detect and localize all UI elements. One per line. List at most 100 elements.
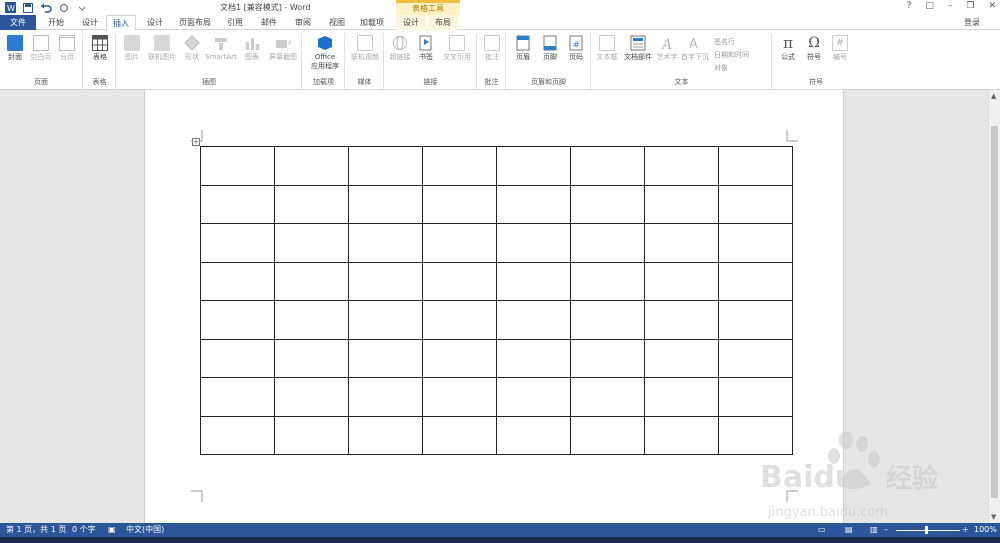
- table-cell[interactable]: [274, 146, 349, 186]
- table-cell[interactable]: [348, 415, 423, 455]
- scroll-up-icon[interactable]: ▲: [991, 92, 996, 100]
- zoom-level[interactable]: 100%: [974, 523, 997, 537]
- table-cell[interactable]: [644, 415, 719, 455]
- hyperlink-button[interactable]: 超链接: [387, 35, 413, 62]
- shapes-button[interactable]: 形状: [179, 35, 205, 62]
- bookmark-button[interactable]: 书签: [413, 35, 439, 62]
- undo-icon[interactable]: [40, 2, 52, 13]
- table-cell[interactable]: [718, 184, 793, 224]
- table-cell[interactable]: [200, 300, 275, 340]
- minimize-icon[interactable]: –: [948, 1, 953, 11]
- table-cell[interactable]: [644, 338, 719, 378]
- table-cell[interactable]: [422, 223, 497, 263]
- ribbon-display-icon[interactable]: □: [925, 1, 934, 11]
- read-mode-icon[interactable]: ▭: [818, 523, 826, 537]
- signature-line-button[interactable]: 签名行: [714, 37, 735, 47]
- cover-page-button[interactable]: 封面: [2, 35, 28, 62]
- footer-button[interactable]: 页脚: [537, 35, 563, 62]
- table-cell[interactable]: [496, 223, 571, 263]
- login-link[interactable]: 登录: [964, 17, 980, 28]
- cross-reference-button[interactable]: 交叉引用: [441, 35, 473, 62]
- zoom-in-icon[interactable]: +: [962, 523, 969, 537]
- table-cell[interactable]: [274, 223, 349, 263]
- table-cell[interactable]: [570, 261, 645, 301]
- customize-qat-icon[interactable]: [76, 2, 88, 13]
- screenshot-button[interactable]: + 屏幕截图: [267, 35, 299, 62]
- table-cell[interactable]: [348, 223, 423, 263]
- table-cell[interactable]: [348, 300, 423, 340]
- word-count-status[interactable]: 0 个字: [72, 523, 96, 537]
- table-cell[interactable]: [570, 300, 645, 340]
- table-move-handle-icon[interactable]: +: [192, 138, 200, 146]
- table-cell[interactable]: [422, 146, 497, 186]
- table-cell[interactable]: [200, 223, 275, 263]
- tab-file[interactable]: 文件: [0, 15, 36, 30]
- table-cell[interactable]: [200, 338, 275, 378]
- symbol-button[interactable]: Ω 符号: [801, 35, 827, 62]
- table-cell[interactable]: [718, 338, 793, 378]
- table-cell[interactable]: [644, 300, 719, 340]
- pictures-button[interactable]: 图片: [119, 35, 145, 62]
- tab-review[interactable]: 审阅: [288, 15, 318, 30]
- header-button[interactable]: 页眉: [510, 35, 536, 62]
- scroll-down-icon[interactable]: ▼: [991, 513, 996, 521]
- table-cell[interactable]: [644, 223, 719, 263]
- table-cell[interactable]: [644, 184, 719, 224]
- proofing-icon[interactable]: ▣: [108, 523, 116, 537]
- table-cell[interactable]: [274, 415, 349, 455]
- table-cell[interactable]: [644, 146, 719, 186]
- table-cell[interactable]: [570, 146, 645, 186]
- zoom-slider-thumb[interactable]: [925, 526, 928, 534]
- table-cell[interactable]: [496, 415, 571, 455]
- table-cell[interactable]: [200, 261, 275, 301]
- vertical-scrollbar[interactable]: ▲ ▼: [988, 90, 1000, 523]
- page-number-button[interactable]: # 页码: [563, 35, 589, 62]
- table-cell[interactable]: [570, 377, 645, 417]
- blank-page-button[interactable]: 空白页: [28, 35, 54, 62]
- tab-addins[interactable]: 加载项: [354, 15, 390, 30]
- print-layout-icon[interactable]: ▤: [845, 523, 853, 537]
- table-cell[interactable]: [496, 261, 571, 301]
- table-cell[interactable]: [718, 146, 793, 186]
- table-cell[interactable]: [570, 338, 645, 378]
- document-page[interactable]: +: [144, 90, 844, 523]
- table-cell[interactable]: [274, 261, 349, 301]
- table-cell[interactable]: [274, 300, 349, 340]
- table-cell[interactable]: [422, 377, 497, 417]
- tab-home[interactable]: 开始: [40, 15, 72, 30]
- table-cell[interactable]: [348, 184, 423, 224]
- page-count-status[interactable]: 第 1 页，共 1 页: [6, 523, 66, 537]
- table-cell[interactable]: [496, 300, 571, 340]
- language-status[interactable]: 中文(中国): [126, 523, 164, 537]
- document-table[interactable]: [200, 146, 793, 455]
- table-cell[interactable]: [422, 261, 497, 301]
- table-cell[interactable]: [200, 415, 275, 455]
- tab-mailings[interactable]: 邮件: [254, 15, 284, 30]
- table-cell[interactable]: [570, 415, 645, 455]
- table-cell[interactable]: [496, 146, 571, 186]
- table-cell[interactable]: [570, 223, 645, 263]
- table-cell[interactable]: [496, 184, 571, 224]
- table-cell[interactable]: [274, 338, 349, 378]
- scrollbar-thumb[interactable]: [991, 126, 998, 498]
- tab-design-2[interactable]: 设计: [140, 15, 170, 30]
- table-cell[interactable]: [274, 377, 349, 417]
- tab-table-design[interactable]: 设计: [396, 15, 426, 30]
- tab-design[interactable]: 设计: [74, 15, 106, 30]
- date-time-button[interactable]: 日期和时间: [714, 50, 749, 60]
- equation-button[interactable]: π 公式: [775, 35, 801, 62]
- help-icon[interactable]: ?: [907, 1, 912, 11]
- table-cell[interactable]: [422, 184, 497, 224]
- page-break-button[interactable]: 分页: [54, 35, 80, 62]
- zoom-out-icon[interactable]: –: [884, 523, 888, 537]
- table-cell[interactable]: [644, 261, 719, 301]
- wordart-button[interactable]: A 艺术字: [654, 35, 680, 62]
- table-cell[interactable]: [274, 184, 349, 224]
- save-icon[interactable]: [22, 2, 34, 13]
- zoom-slider[interactable]: [896, 530, 960, 531]
- table-cell[interactable]: [200, 146, 275, 186]
- tab-table-layout[interactable]: 布局: [428, 15, 458, 30]
- table-cell[interactable]: [348, 146, 423, 186]
- table-cell[interactable]: [422, 338, 497, 378]
- table-cell[interactable]: [718, 223, 793, 263]
